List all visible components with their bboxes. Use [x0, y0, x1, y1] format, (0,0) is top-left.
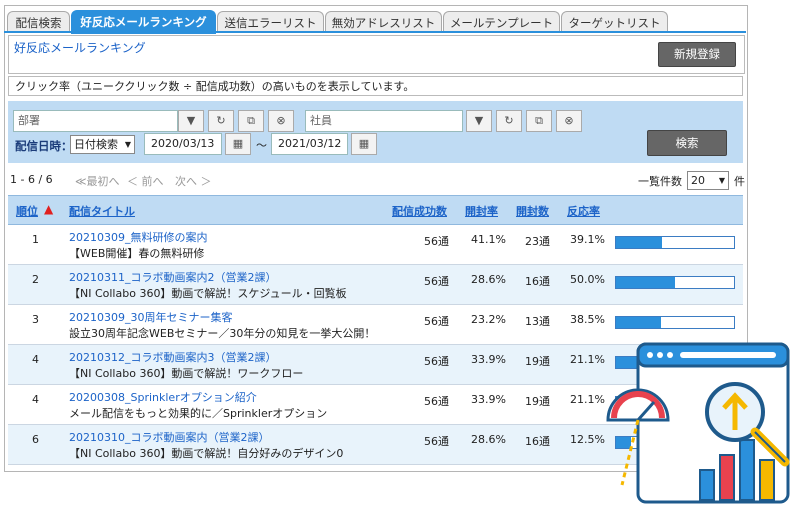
- opens-cell: 16通: [525, 435, 550, 448]
- date-from-input[interactable]: 2020/03/13: [144, 133, 222, 155]
- filter-panel: 部署 ▼ ↻ ⧉ ⊗ 社員 ▼ ↻ ⧉ ⊗ 配信日時： 日付検索 ▼ 2020/…: [8, 101, 743, 163]
- table-row: 3 20210309_30周年セミナー集客 設立30周年記念WEBセミナー／30…: [8, 305, 743, 345]
- table-row: 1 20210309_無料研修の案内 【WEB開催】春の無料研修 56通 41.…: [8, 225, 743, 265]
- description-text: クリック率（ユニーククリック数 ÷ 配信成功数）の高いものを表示しています。: [8, 76, 743, 96]
- success-cell: 56通: [424, 395, 449, 408]
- sort-arrow-up-icon: ▲: [44, 202, 54, 216]
- open-rate-cell: 28.6%: [471, 433, 506, 446]
- rank-cell: 6: [32, 433, 39, 446]
- tab-template[interactable]: メールテンプレート: [443, 11, 560, 33]
- date-to-input[interactable]: 2021/03/12: [271, 133, 348, 155]
- subtitle-cell: メール配信をもっと効果的に／Sprinklerオプション: [69, 407, 328, 420]
- success-cell: 56通: [424, 355, 449, 368]
- chevron-down-icon: ▼: [718, 176, 725, 185]
- tab-delivery-search[interactable]: 配信検索: [7, 11, 70, 33]
- table-row: 2 20210311_コラボ動画案内2（営業2課） 【NI Collabo 36…: [8, 265, 743, 305]
- rank-cell: 2: [32, 273, 39, 286]
- open-rate-cell: 23.2%: [471, 313, 506, 326]
- success-cell: 56通: [424, 275, 449, 288]
- response-rate-cell: 39.1%: [570, 233, 605, 246]
- employee-select[interactable]: 社員: [305, 110, 463, 132]
- per-page-select[interactable]: 20 ▼: [687, 171, 729, 190]
- new-register-button[interactable]: 新規登録: [658, 42, 736, 67]
- rank-cell: 3: [32, 313, 39, 326]
- open-rate-cell: 33.9%: [471, 353, 506, 366]
- subtitle-cell: 【WEB開催】春の無料研修: [69, 247, 205, 260]
- title-link[interactable]: 20210309_無料研修の案内: [69, 229, 208, 245]
- per-page-value: 20: [691, 174, 705, 187]
- reset-icon[interactable]: ↻: [496, 110, 522, 132]
- success-cell: 56通: [424, 315, 449, 328]
- next-page-link[interactable]: 次へ ＞: [175, 173, 212, 189]
- open-rate-cell: 28.6%: [471, 273, 506, 286]
- title-link[interactable]: 20210312_コラボ動画案内3（営業2課）: [69, 349, 277, 365]
- subtitle-cell: 【NI Collabo 360】動画で解説！自分好みのデザイン0: [69, 447, 344, 460]
- calendar-icon[interactable]: ▦: [351, 133, 377, 155]
- open-rate-cell: 33.9%: [471, 393, 506, 406]
- success-header[interactable]: 配信成功数: [392, 203, 447, 219]
- title-link[interactable]: 20210311_コラボ動画案内2（営業2課）: [69, 269, 277, 285]
- opens-cell: 16通: [525, 275, 550, 288]
- title-panel: 好反応メールランキング 新規登録: [8, 35, 745, 74]
- chevron-down-icon: ▼: [124, 140, 131, 149]
- per-page-label: 一覧件数: [638, 175, 682, 188]
- response-bar: [615, 236, 735, 249]
- response-rate-cell: 38.5%: [570, 313, 605, 326]
- response-bar: [615, 316, 735, 329]
- chevron-down-icon[interactable]: ▼: [178, 110, 204, 132]
- open-rate-cell: 41.1%: [471, 233, 506, 246]
- opens-cell: 19通: [525, 355, 550, 368]
- response-rate-header[interactable]: 反応率: [567, 203, 600, 219]
- rank-cell: 4: [32, 353, 39, 366]
- page-title: 好反応メールランキング: [14, 41, 146, 55]
- subtitle-cell: 【NI Collabo 360】動画で解説！ワークフロー: [69, 367, 304, 380]
- search-button[interactable]: 検索: [647, 130, 727, 156]
- title-link[interactable]: 20210309_30周年セミナー集客: [69, 309, 233, 325]
- chevron-down-icon[interactable]: ▼: [466, 110, 492, 132]
- subtitle-cell: 【NI Collabo 360】動画で解説！スケジュール・回覧板: [69, 287, 347, 300]
- clear-icon[interactable]: ⊗: [268, 110, 294, 132]
- calendar-icon[interactable]: ▦: [225, 133, 251, 155]
- date-separator: ～: [256, 139, 267, 152]
- prev-page-link[interactable]: ＜ 前へ: [127, 173, 164, 189]
- copy-icon[interactable]: ⧉: [526, 110, 552, 132]
- title-header[interactable]: 配信タイトル: [69, 203, 135, 219]
- opens-cell: 13通: [525, 315, 550, 328]
- tab-bar: 配信検索 好反応メールランキング 送信エラーリスト 無効アドレスリスト メールテ…: [4, 6, 746, 34]
- table-header: 順位 ▲ 配信タイトル 配信成功数 開封率 開封数 反応率: [8, 195, 743, 225]
- title-link[interactable]: 20200308_Sprinklerオプション紹介: [69, 389, 257, 405]
- analytics-illustration: [606, 342, 790, 504]
- clear-icon[interactable]: ⊗: [556, 110, 582, 132]
- copy-icon[interactable]: ⧉: [238, 110, 264, 132]
- date-label: 配信日時：: [15, 139, 73, 153]
- reset-icon[interactable]: ↻: [208, 110, 234, 132]
- opens-header[interactable]: 開封数: [516, 203, 549, 219]
- response-bar-fill: [616, 237, 663, 248]
- success-cell: 56通: [424, 235, 449, 248]
- first-page-link[interactable]: ≪最初へ: [75, 173, 120, 189]
- rank-cell: 4: [32, 393, 39, 406]
- date-mode-value: 日付検索: [74, 138, 118, 151]
- tab-underline: [4, 31, 746, 33]
- response-bar: [615, 276, 735, 289]
- open-rate-header[interactable]: 開封率: [465, 203, 498, 219]
- rank-header[interactable]: 順位: [16, 203, 38, 219]
- response-bar-fill: [616, 277, 675, 288]
- success-cell: 56通: [424, 435, 449, 448]
- response-rate-cell: 50.0%: [570, 273, 605, 286]
- response-bar-fill: [616, 317, 662, 328]
- rank-cell: 1: [32, 233, 39, 246]
- tab-invalid-address[interactable]: 無効アドレスリスト: [325, 11, 442, 33]
- result-count: 1 - 6 / 6: [10, 173, 53, 186]
- tab-target-list[interactable]: ターゲットリスト: [561, 11, 668, 33]
- subtitle-cell: 設立30周年記念WEBセミナー／30年分の知見を一挙大公開！: [69, 327, 376, 340]
- department-select[interactable]: 部署: [13, 110, 178, 132]
- opens-cell: 19通: [525, 395, 550, 408]
- per-page-unit: 件: [734, 175, 745, 188]
- opens-cell: 23通: [525, 235, 550, 248]
- date-mode-select[interactable]: 日付検索 ▼: [70, 135, 135, 154]
- tab-send-error[interactable]: 送信エラーリスト: [217, 11, 324, 33]
- title-link[interactable]: 20210310_コラボ動画案内（営業2課）: [69, 429, 270, 445]
